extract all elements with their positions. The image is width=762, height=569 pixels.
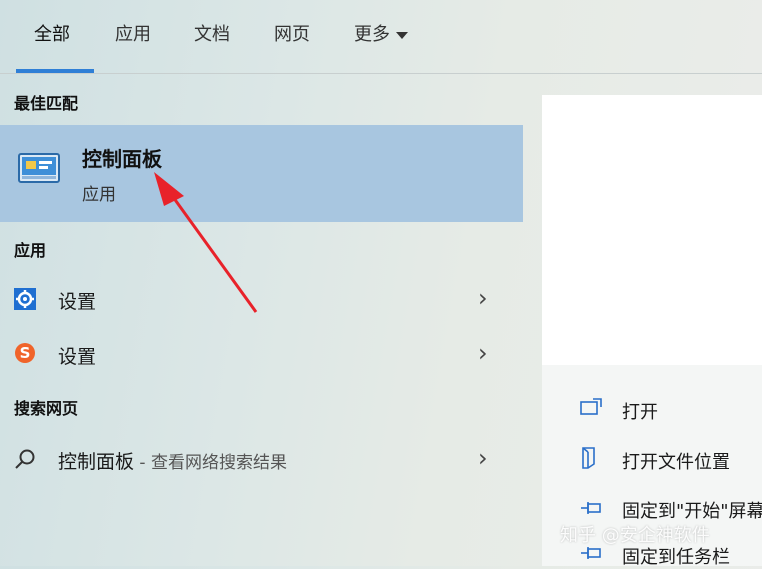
action-open[interactable]: 打开 — [622, 398, 658, 424]
chevron-down-icon — [396, 31, 408, 39]
best-match-subtitle: 应用 — [82, 185, 116, 205]
tab-apps[interactable]: 应用 — [115, 20, 151, 46]
search-icon — [14, 448, 36, 470]
sogou-s-icon: S — [14, 342, 36, 364]
apps-header: 应用 — [14, 241, 47, 260]
best-match-item[interactable] — [0, 125, 523, 222]
web-search-header: 搜索网页 — [14, 399, 79, 418]
best-match-header: 最佳匹配 — [14, 94, 79, 113]
pin-icon — [580, 545, 604, 565]
open-icon — [580, 397, 604, 421]
control-panel-icon — [18, 153, 60, 183]
watermark: 知乎 @安企神软件 — [560, 525, 710, 546]
tab-more[interactable]: 更多 — [354, 20, 408, 46]
web-search-suffix: - 查看网络搜索结果 — [134, 453, 287, 473]
file-location-icon — [580, 446, 602, 474]
action-open-file-location[interactable]: 打开文件位置 — [622, 448, 730, 474]
gear-icon — [14, 288, 36, 310]
tabs-divider — [0, 73, 762, 74]
tab-more-label: 更多 — [354, 24, 390, 45]
svg-text:S: S — [20, 344, 31, 362]
app-item-settings-label[interactable]: 设置 — [58, 287, 96, 314]
filter-tabs: 全部 应用 文档 网页 更多 — [0, 0, 762, 74]
chevron-right-icon[interactable]: › — [478, 339, 488, 367]
action-pin-start[interactable]: 固定到"开始"屏幕 — [622, 497, 762, 523]
tab-all[interactable]: 全部 — [34, 20, 70, 46]
preview-panel — [542, 95, 762, 365]
pin-icon — [580, 500, 604, 520]
web-search-query: 控制面板 — [58, 451, 135, 473]
app-item-settings2-label[interactable]: 设置 — [58, 342, 96, 369]
tab-documents[interactable]: 文档 — [194, 20, 230, 46]
best-match-title: 控制面板 — [82, 147, 162, 171]
web-search-item[interactable]: 控制面板 - 查看网络搜索结果 — [58, 447, 287, 474]
chevron-right-icon[interactable]: › — [478, 284, 488, 312]
chevron-right-icon[interactable]: › — [478, 444, 488, 472]
tab-web[interactable]: 网页 — [274, 20, 310, 46]
